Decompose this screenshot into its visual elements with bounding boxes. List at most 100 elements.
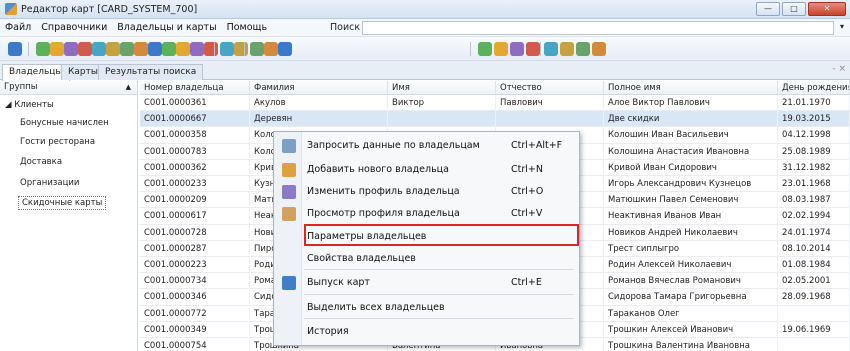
context-menu-item-label: Выпуск карт <box>307 277 370 288</box>
people-find-icon[interactable] <box>592 42 606 56</box>
edit-icon[interactable] <box>92 42 106 56</box>
tree-item-guests[interactable]: Гости ресторана <box>20 135 95 149</box>
people-star-icon[interactable] <box>560 42 574 56</box>
check-icon[interactable] <box>36 42 50 56</box>
menu-owners-cards[interactable]: Владельцы и карты <box>112 22 221 33</box>
context-menu-separator <box>304 318 574 319</box>
menu-file[interactable]: Файл <box>0 22 36 33</box>
cell-number: C001.0000617 <box>140 208 250 225</box>
smile-icon[interactable] <box>250 42 264 56</box>
cell-number: C001.0000233 <box>140 176 250 192</box>
column-header-fullname[interactable]: Полное имя <box>604 81 778 95</box>
column-header-birthday[interactable]: День рождения <box>778 81 850 95</box>
settings-icon[interactable] <box>278 42 292 56</box>
context-menu: Запросить данные по владельцам Ctrl+Alt+F… <box>273 131 580 346</box>
menu-select-all-owners[interactable]: Выделить всех владельцев <box>274 298 579 318</box>
tree-root-clients[interactable]: ◢ Клиенты <box>5 98 54 112</box>
tab-search-results[interactable]: Результаты поиска <box>98 64 204 80</box>
globe-icon[interactable] <box>50 42 64 56</box>
column-header-surname[interactable]: Фамилия <box>250 81 388 95</box>
table-row[interactable]: C001.0000667 Деревян Две скидки 19.03.2015 <box>140 111 850 128</box>
menu-issue-cards[interactable]: Выпуск карт Ctrl+E <box>274 273 579 293</box>
cell-name <box>388 111 496 128</box>
context-menu-item-label: Просмотр профиля владельца <box>307 208 460 219</box>
cell-fullname: Неактивная Иванов Иван <box>604 208 778 225</box>
tab-owners[interactable]: Владельцы <box>2 64 70 81</box>
save-icon[interactable] <box>8 42 22 56</box>
user-icon[interactable] <box>64 42 78 56</box>
menu-request-data[interactable]: Запросить данные по владельцам Ctrl+Alt+F <box>274 136 579 156</box>
search-label: Поиск <box>330 22 361 33</box>
context-menu-item-label: История <box>307 326 349 337</box>
tag-icon[interactable] <box>106 42 120 56</box>
users-icon[interactable] <box>264 42 278 56</box>
menu-help[interactable]: Помощь <box>222 22 272 33</box>
cell-number: C001.0000667 <box>140 111 250 128</box>
toolbar-separator <box>470 42 471 56</box>
column-header-number[interactable]: Номер владельца <box>140 81 250 95</box>
view-user-icon <box>282 207 296 221</box>
search-dropdown-icon[interactable]: ▾ <box>840 22 844 31</box>
tree-item-organizations[interactable]: Организации <box>20 176 79 190</box>
target-icon[interactable] <box>190 42 204 56</box>
groups-header[interactable]: Группы ▲ <box>0 81 137 95</box>
menu-references[interactable]: Справочники <box>36 22 112 33</box>
maximize-button[interactable]: □ <box>782 2 806 16</box>
cell-number: C001.0000754 <box>140 338 250 351</box>
people-icon[interactable] <box>494 42 508 56</box>
search-input[interactable] <box>362 21 834 35</box>
menu-edit-owner[interactable]: Изменить профиль владельца Ctrl+O <box>274 182 579 202</box>
history-icon[interactable] <box>220 42 234 56</box>
person-icon[interactable] <box>176 42 190 56</box>
menu-owner-properties[interactable]: Свойства владельцев <box>274 249 579 269</box>
tab-close-icon[interactable]: - × <box>832 64 846 74</box>
column-header-patronymic[interactable]: Отчество <box>496 81 604 95</box>
list-icon[interactable] <box>148 42 162 56</box>
cell-fullname: Новиков Андрей Николаевич <box>604 224 778 241</box>
tree-item-delivery[interactable]: Доставка <box>20 155 62 169</box>
tab-bar: Владельцы Карты Результаты поиска - × <box>0 61 850 81</box>
context-menu-item-label: Добавить нового владельца <box>307 164 449 175</box>
report-icon[interactable] <box>204 42 218 56</box>
cell-number: C001.0000287 <box>140 240 250 257</box>
people-remove-icon[interactable] <box>526 42 540 56</box>
cell-birthday: 28.09.1968 <box>778 289 850 306</box>
column-header-name[interactable]: Имя <box>388 81 496 95</box>
refresh-icon[interactable] <box>234 42 248 56</box>
tree-item-bonus[interactable]: Бонусные начислен <box>20 116 109 130</box>
groups-header-label: Группы <box>4 82 38 92</box>
menu-history[interactable]: История <box>274 322 579 342</box>
gift-icon[interactable] <box>134 42 148 56</box>
people-list-icon[interactable] <box>544 42 558 56</box>
cube-icon[interactable] <box>162 42 176 56</box>
close-button[interactable]: ✕ <box>808 2 846 16</box>
cell-birthday: 04.12.1998 <box>778 127 850 144</box>
window-title: Редактор карт [CARD_SYSTEM_700] <box>21 3 198 15</box>
cell-birthday: 24.01.1974 <box>778 224 850 241</box>
grid-icon[interactable] <box>478 42 492 56</box>
menu-view-owner[interactable]: Просмотр профиля владельца Ctrl+V <box>274 204 579 224</box>
context-menu-shortcut: Ctrl+O <box>511 186 544 197</box>
people-export-icon[interactable] <box>576 42 590 56</box>
cell-birthday: 25.08.1989 <box>778 143 850 160</box>
table-row[interactable]: C001.0000361 Акулов Виктор Павлович Алое Вик… <box>140 95 850 112</box>
cell-number: C001.0000209 <box>140 192 250 209</box>
grid-header: Номер владельца Фамилия Имя Отчество Пол… <box>140 81 850 95</box>
tree-item-discount-cards[interactable]: Скидочные карты <box>18 196 107 210</box>
cell-fullname: Две скидки <box>604 111 778 128</box>
cell-number: C001.0000346 <box>140 289 250 306</box>
card-icon[interactable] <box>78 42 92 56</box>
context-menu-shortcut: Ctrl+Alt+F <box>511 140 563 151</box>
cell-number: C001.0000728 <box>140 224 250 241</box>
minimize-button[interactable]: — <box>756 2 780 16</box>
issue-cards-icon <box>282 276 296 290</box>
context-menu-item-label: Запросить данные по владельцам <box>307 140 480 151</box>
tool-icon[interactable] <box>120 42 134 56</box>
menu-add-owner[interactable]: Добавить нового владельца Ctrl+N <box>274 160 579 180</box>
toolbar-separator <box>244 42 245 56</box>
context-menu-separator <box>304 269 574 270</box>
context-menu-item-label: Изменить профиль владельца <box>307 186 460 197</box>
people-add-icon[interactable] <box>510 42 524 56</box>
cell-patronymic <box>496 111 604 128</box>
cell-fullname: Алое Виктор Павлович <box>604 95 778 111</box>
